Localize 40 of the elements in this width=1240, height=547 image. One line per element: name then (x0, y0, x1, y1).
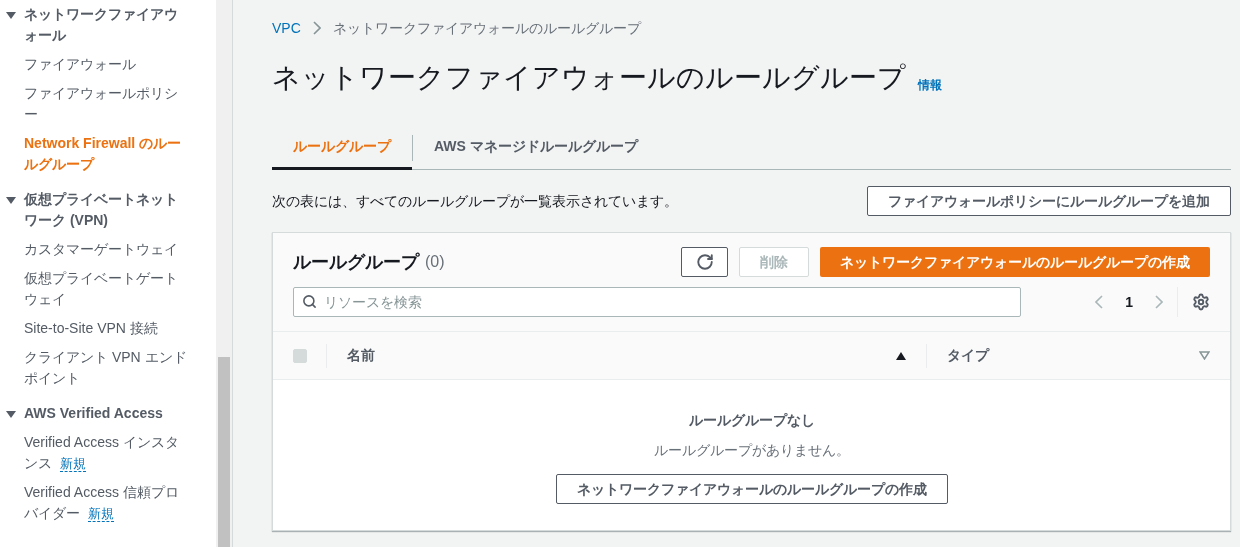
breadcrumb-link[interactable]: VPC (272, 17, 301, 39)
column-header[interactable]: 名前 (347, 345, 375, 366)
settings-icon[interactable] (1192, 293, 1210, 311)
nav-link[interactable]: ファイアウォールポリシー (6, 83, 190, 125)
nav-link[interactable]: クライアント VPN エンドポイント (6, 347, 190, 389)
add-to-policy-button[interactable]: ファイアウォールポリシーにルールグループを追加 (867, 186, 1231, 216)
section-title[interactable]: 仮想プライベートネットワーク (VPN) (24, 189, 190, 231)
caret-icon[interactable] (6, 10, 16, 20)
chevron-right-icon (312, 21, 321, 35)
refresh-button[interactable] (681, 247, 728, 277)
table-title: ルールグループ (293, 250, 419, 274)
page-title: ネットワークファイアウォールのルールグループ (272, 61, 906, 95)
section-title[interactable]: ネットワークファイアウォール (24, 4, 190, 46)
sort-icon[interactable] (1199, 351, 1210, 360)
info-link[interactable]: 情報 (918, 76, 942, 94)
caret-icon[interactable] (6, 195, 16, 205)
new-badge[interactable]: 新規 (60, 456, 86, 472)
refresh-icon (695, 253, 714, 271)
section-title[interactable]: AWS Verified Access (24, 403, 163, 424)
nav-link[interactable]: Site-to-Site VPN 接続 (6, 318, 190, 339)
nav-link[interactable]: Verified Access インスタンス 新規 (6, 432, 190, 474)
item-count: (0) (425, 252, 445, 272)
nav-link[interactable]: カスタマーゲートウェイ (6, 239, 190, 260)
empty-title: ルールグループなし (688, 411, 815, 430)
nav-link[interactable]: 仮想プライベートゲートウェイ (6, 268, 190, 310)
empty-message: ルールグループがありません。 (653, 441, 850, 460)
column-header[interactable]: タイプ (947, 345, 989, 366)
search-field[interactable]: リソースを検索 (293, 287, 1021, 317)
breadcrumb-current: ネットワークファイアウォールのルールグループ (332, 18, 641, 38)
create-button[interactable]: ネットワークファイアウォールのルールグループの作成 (555, 474, 948, 504)
tab[interactable]: AWS マネージドルールグループ (413, 126, 659, 170)
scrollbar[interactable] (216, 0, 232, 547)
description-text: 次の表には、すべてのルールグループが一覧表示されています。 (272, 191, 678, 211)
new-badge[interactable]: 新規 (88, 506, 114, 522)
nav-link[interactable]: Verified Access 信頼プロバイダー 新規 (6, 482, 190, 524)
search-icon (302, 294, 317, 309)
page-number[interactable]: 1 (1125, 291, 1133, 313)
caret-icon[interactable] (6, 409, 16, 419)
nav-link[interactable]: ファイアウォール (6, 54, 190, 75)
sort-ascending-icon[interactable] (896, 351, 906, 360)
